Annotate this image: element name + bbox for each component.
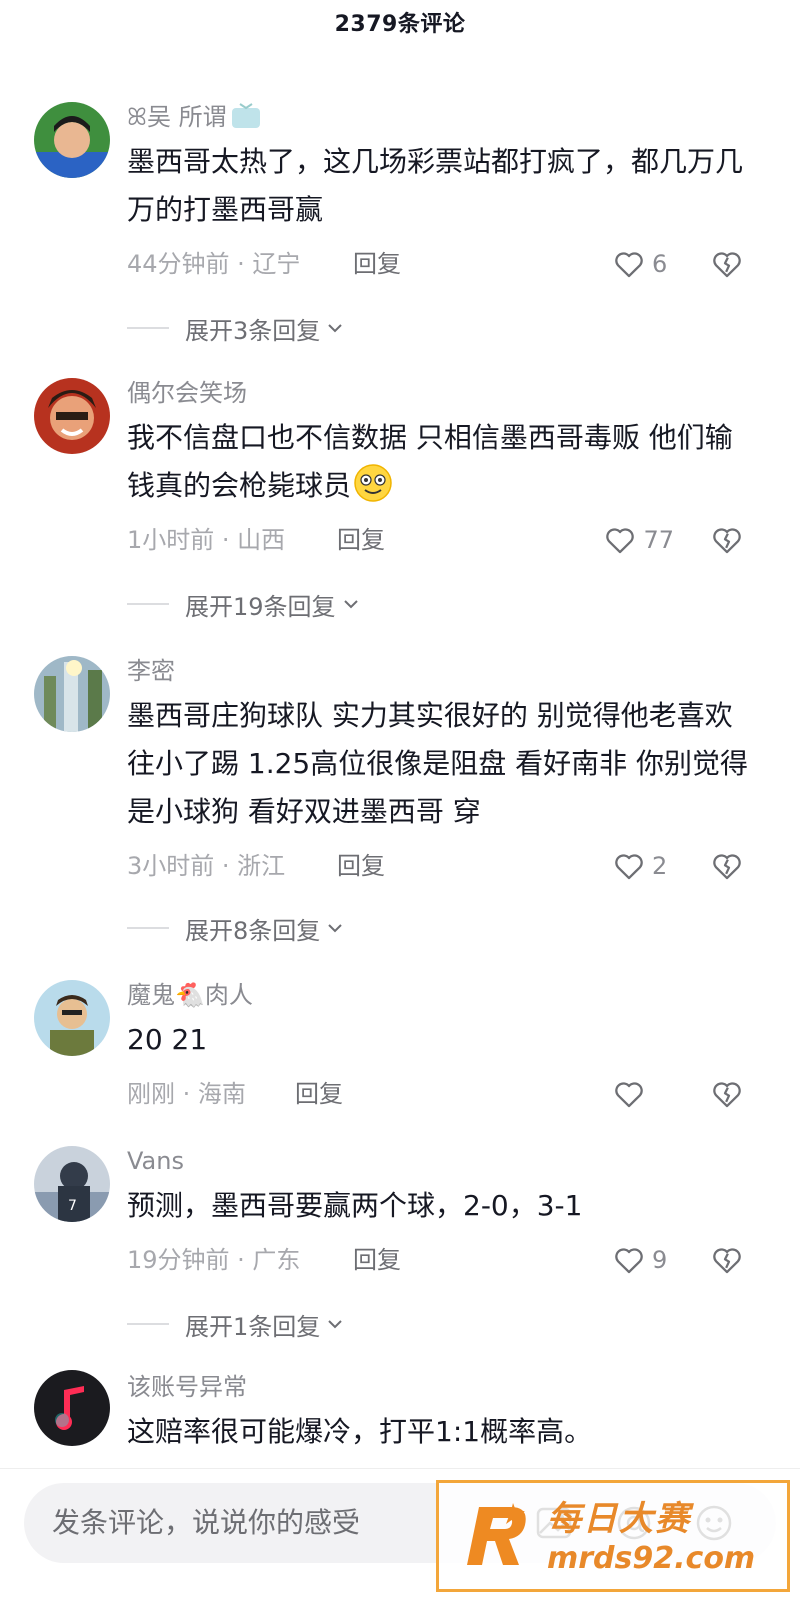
- reply-button[interactable]: 回复: [353, 1232, 401, 1288]
- svg-text:7: 7: [68, 1198, 77, 1214]
- username[interactable]: 偶尔会笑场: [127, 376, 760, 410]
- reply-button[interactable]: 回复: [337, 838, 385, 894]
- comment-text: 20 21: [127, 1023, 208, 1056]
- chevron-down-icon: [328, 324, 342, 333]
- comment-text: 墨西哥庄狗球队 实力其实很好的 别觉得他老喜欢往小了踢 1.25高位很像是阻盘 …: [127, 699, 749, 828]
- comment-time-location: 3小时前 · 浙江: [127, 852, 286, 880]
- dislike-icon[interactable]: [710, 247, 744, 281]
- like-button[interactable]: [612, 1066, 674, 1122]
- comment-input-placeholder: 发条评论，说说你的感受: [52, 1506, 361, 1539]
- chevron-down-icon: [328, 924, 342, 933]
- expand-replies-button[interactable]: 展开8条回复: [127, 908, 346, 948]
- comment-text: 预测，墨西哥要赢两个球，2-0，3-1: [127, 1189, 583, 1222]
- username[interactable]: Vans: [127, 1144, 760, 1178]
- like-count: 6: [652, 250, 668, 278]
- like-count: 77: [643, 526, 674, 554]
- tv-icon: [231, 103, 260, 128]
- avatar[interactable]: [34, 378, 110, 454]
- username[interactable]: 李密: [127, 654, 760, 688]
- comments-header: 2379条评论: [0, 0, 800, 44]
- avatar[interactable]: [34, 656, 110, 732]
- comment-count-title: 2379条评论: [334, 12, 466, 37]
- chevron-down-icon: [328, 1320, 342, 1329]
- watermark-url: mrds92.com: [547, 1541, 756, 1576]
- watermark: 每日大赛 mrds92.com: [436, 1480, 790, 1592]
- heart-icon: [615, 1082, 643, 1108]
- heart-icon: [615, 854, 643, 880]
- expand-replies-button[interactable]: 展开1条回复: [127, 1304, 346, 1344]
- reply-button[interactable]: 回复: [295, 1066, 343, 1122]
- comment-text: 这赔率很可能爆冷，打平1:1概率高。: [127, 1415, 593, 1448]
- avatar[interactable]: [34, 980, 110, 1056]
- comment-time-location: 1小时前 · 山西: [127, 526, 286, 554]
- like-button[interactable]: 9: [612, 1232, 674, 1288]
- divider-line: [127, 603, 169, 605]
- heart-icon: [615, 252, 643, 278]
- watermark-logo-icon: [467, 1503, 526, 1565]
- reply-button[interactable]: 回复: [353, 236, 401, 292]
- chevron-down-icon: [343, 600, 358, 609]
- like-count: 2: [652, 852, 668, 880]
- dislike-icon[interactable]: [710, 523, 744, 557]
- username[interactable]: 魔鬼🐔肉人: [127, 978, 760, 1012]
- divider-line: [127, 327, 169, 329]
- expand-replies-button[interactable]: 展开3条回复: [127, 308, 346, 348]
- comment-time-location: 刚刚 · 海南: [127, 1080, 246, 1108]
- expand-replies-button[interactable]: 展开19条回复: [127, 584, 362, 624]
- comment-time-location: 19分钟前 · 广东: [127, 1246, 301, 1274]
- dislike-icon[interactable]: [710, 1243, 744, 1277]
- reply-button[interactable]: 回复: [337, 512, 385, 568]
- watermark-title: 每日大赛: [547, 1499, 691, 1539]
- heart-icon: [615, 1248, 643, 1274]
- divider-line: [127, 927, 169, 929]
- heart-icon: [606, 528, 635, 554]
- dislike-icon[interactable]: [710, 849, 744, 883]
- comment-time-location: 44分钟前 · 辽宁: [127, 250, 301, 278]
- smile-emoji-icon: [354, 464, 392, 502]
- like-button[interactable]: 2: [612, 838, 674, 894]
- comment-text: 我不信盘口也不信数据 只相信墨西哥毒贩 他们输钱真的会枪毙球员: [127, 421, 733, 502]
- divider-line: [127, 1323, 169, 1325]
- like-count: 9: [652, 1246, 668, 1274]
- like-button[interactable]: 77: [603, 512, 674, 568]
- username[interactable]: ꕤ吴 所谓: [127, 100, 760, 134]
- avatar[interactable]: 7: [34, 1146, 110, 1222]
- username[interactable]: 该账号异常: [127, 1370, 760, 1404]
- avatar[interactable]: [34, 1370, 110, 1446]
- comment-text: 墨西哥太热了，这几场彩票站都打疯了，都几万几万的打墨西哥赢: [127, 145, 744, 226]
- avatar[interactable]: [34, 102, 110, 178]
- dislike-icon[interactable]: [710, 1077, 744, 1111]
- like-button[interactable]: 6: [612, 236, 674, 292]
